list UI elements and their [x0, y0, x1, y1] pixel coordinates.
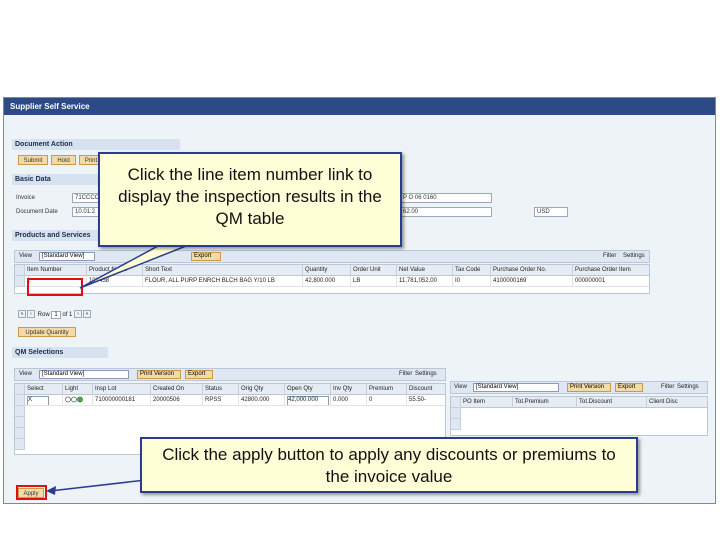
po-item-cell: 000000001	[573, 276, 649, 287]
po-toolbar: View [Standard View] Print Version Expor…	[450, 381, 708, 394]
col-product-name[interactable]: Product Name	[87, 265, 143, 276]
col-order-unit[interactable]: Order Unit	[351, 265, 397, 276]
qm-view-label: View	[19, 371, 32, 377]
col-orig-qty[interactable]: Orig Qty	[239, 384, 285, 395]
inv-qty-cell: 0.000	[331, 395, 367, 406]
qm-view-select[interactable]: [Standard View]	[39, 370, 129, 379]
col-inv-qty[interactable]: Inv Qty	[331, 384, 367, 395]
tax-code-cell: I0	[453, 276, 491, 287]
products-toolbar: View [Standard View] Export Filter Setti…	[14, 250, 650, 263]
products-table: Item Number Product Name Short Text Quan…	[14, 264, 650, 294]
col-po-item[interactable]: PO Item	[461, 397, 513, 408]
window-title: Supplier Self Service	[4, 98, 715, 115]
orig-qty-cell: 42800.000	[239, 395, 285, 406]
po-view-label: View	[454, 384, 467, 390]
col-item-number[interactable]: Item Number	[25, 265, 87, 276]
net-value-cell: 11,781,052.00	[397, 276, 453, 287]
col-insp-lot[interactable]: Insp Lot	[93, 384, 151, 395]
po-export-button[interactable]: Export	[615, 383, 643, 392]
top-callout: Click the line item number link to displ…	[98, 152, 402, 247]
created-on-cell: 20000506	[151, 395, 203, 406]
col-discount[interactable]: Discount	[407, 384, 445, 395]
invoice-label: Invoice	[16, 195, 36, 201]
last-page-icon[interactable]: »	[83, 310, 92, 319]
bottom-callout-text: Click the apply button to apply any disc…	[162, 445, 616, 486]
order-unit-cell: LB	[351, 276, 397, 287]
select-cell[interactable]: X	[25, 395, 63, 406]
pager-row-label: Row	[37, 312, 50, 318]
submit-button[interactable]: Submit	[18, 155, 48, 165]
products-filter-link[interactable]: Filter	[603, 251, 616, 262]
open-qty-cell[interactable]: 42,000.000	[285, 395, 331, 406]
bottom-callout: Click the apply button to apply any disc…	[140, 437, 638, 493]
premium-cell: 0	[367, 395, 407, 406]
document-date-label: Document Date	[16, 209, 58, 215]
col-created-on[interactable]: Created On	[151, 384, 203, 395]
col-short-text[interactable]: Short Text	[143, 265, 303, 276]
col-tax-code[interactable]: Tax Code	[453, 265, 491, 276]
col-tot-discount[interactable]: Tot.Discount	[577, 397, 647, 408]
col-premium[interactable]: Premium	[367, 384, 407, 395]
products-settings-link[interactable]: Settings	[623, 251, 645, 262]
light-cell	[63, 395, 93, 406]
hold-button[interactable]: Hold	[51, 155, 76, 165]
products-export-button[interactable]: Export	[191, 252, 221, 261]
next-page-icon[interactable]: ›	[74, 310, 83, 319]
pager-of-label: of 1	[62, 312, 73, 318]
status-cell: RPSS	[203, 395, 239, 406]
col-tot-premium[interactable]: Tot.Premium	[513, 397, 577, 408]
row-selector[interactable]	[15, 276, 25, 287]
basic-data-header: Basic Data	[12, 174, 108, 185]
item-number-highlight	[27, 278, 83, 296]
quantity-cell: 42,800.000	[303, 276, 351, 287]
traffic-light-icon	[65, 396, 83, 403]
qm-settings-link[interactable]: Settings	[415, 369, 437, 380]
discount-cell: 55.50-	[407, 395, 445, 406]
col-light[interactable]: Light	[63, 384, 93, 395]
qm-print-version-button[interactable]: Print Version	[137, 370, 181, 379]
top-callout-text: Click the line item number link to displ…	[118, 165, 382, 228]
currency-field[interactable]: USD	[534, 207, 568, 217]
basic-data-field-right-2[interactable]: 62.00	[400, 207, 492, 217]
prev-page-icon[interactable]: ‹	[27, 310, 35, 319]
po-view-select[interactable]: [Standard View]	[473, 383, 559, 392]
col-purchase-order-no[interactable]: Purchase Order No.	[491, 265, 573, 276]
products-header: Products and Services	[12, 230, 108, 241]
pager-current[interactable]: 1	[51, 311, 61, 319]
products-view-label: View	[19, 253, 32, 259]
insp-lot-cell: 710000000181	[93, 395, 151, 406]
col-select[interactable]: Select	[25, 384, 63, 395]
qm-filter-link[interactable]: Filter	[399, 369, 412, 380]
po-number-cell: 4100000169	[491, 276, 573, 287]
apply-button-highlight	[16, 485, 47, 500]
product-name-cell: 100458	[87, 276, 143, 287]
update-quantity-button[interactable]: Update Quantity	[18, 327, 76, 337]
col-quantity[interactable]: Quantity	[303, 265, 351, 276]
products-pager: «‹ Row 1 of 1 ›»	[18, 310, 92, 321]
po-table: PO Item Tot.Premium Tot.Discount Client …	[450, 396, 708, 436]
col-net-value[interactable]: Net Value	[397, 265, 453, 276]
short-text-cell: FLOUR, ALL PURP ENRCH BLCH BAG Y/10 LB	[143, 276, 303, 287]
document-action-header: Document Action	[12, 139, 180, 150]
first-page-icon[interactable]: «	[18, 310, 26, 319]
select-field[interactable]: X	[27, 396, 49, 405]
products-view-select[interactable]: [Standard View]	[39, 252, 95, 261]
open-qty-field[interactable]: 42,000.000	[287, 396, 329, 405]
qm-selections-header: QM Selections	[12, 347, 108, 358]
qm-toolbar: View [Standard View] Print Version Expor…	[14, 368, 446, 381]
qm-export-button[interactable]: Export	[185, 370, 213, 379]
basic-data-field-right-1[interactable]: P O 06 0160	[400, 193, 492, 203]
col-purchase-order-item[interactable]: Purchase Order Item	[573, 265, 649, 276]
col-status[interactable]: Status	[203, 384, 239, 395]
qm-row-selector[interactable]	[15, 395, 25, 406]
col-open-qty[interactable]: Open Qty	[285, 384, 331, 395]
po-print-version-button[interactable]: Print Version	[567, 383, 611, 392]
po-filter-link[interactable]: Filter	[661, 382, 674, 393]
col-client-disc[interactable]: Client Disc	[647, 397, 707, 408]
po-settings-link[interactable]: Settings	[677, 382, 699, 393]
